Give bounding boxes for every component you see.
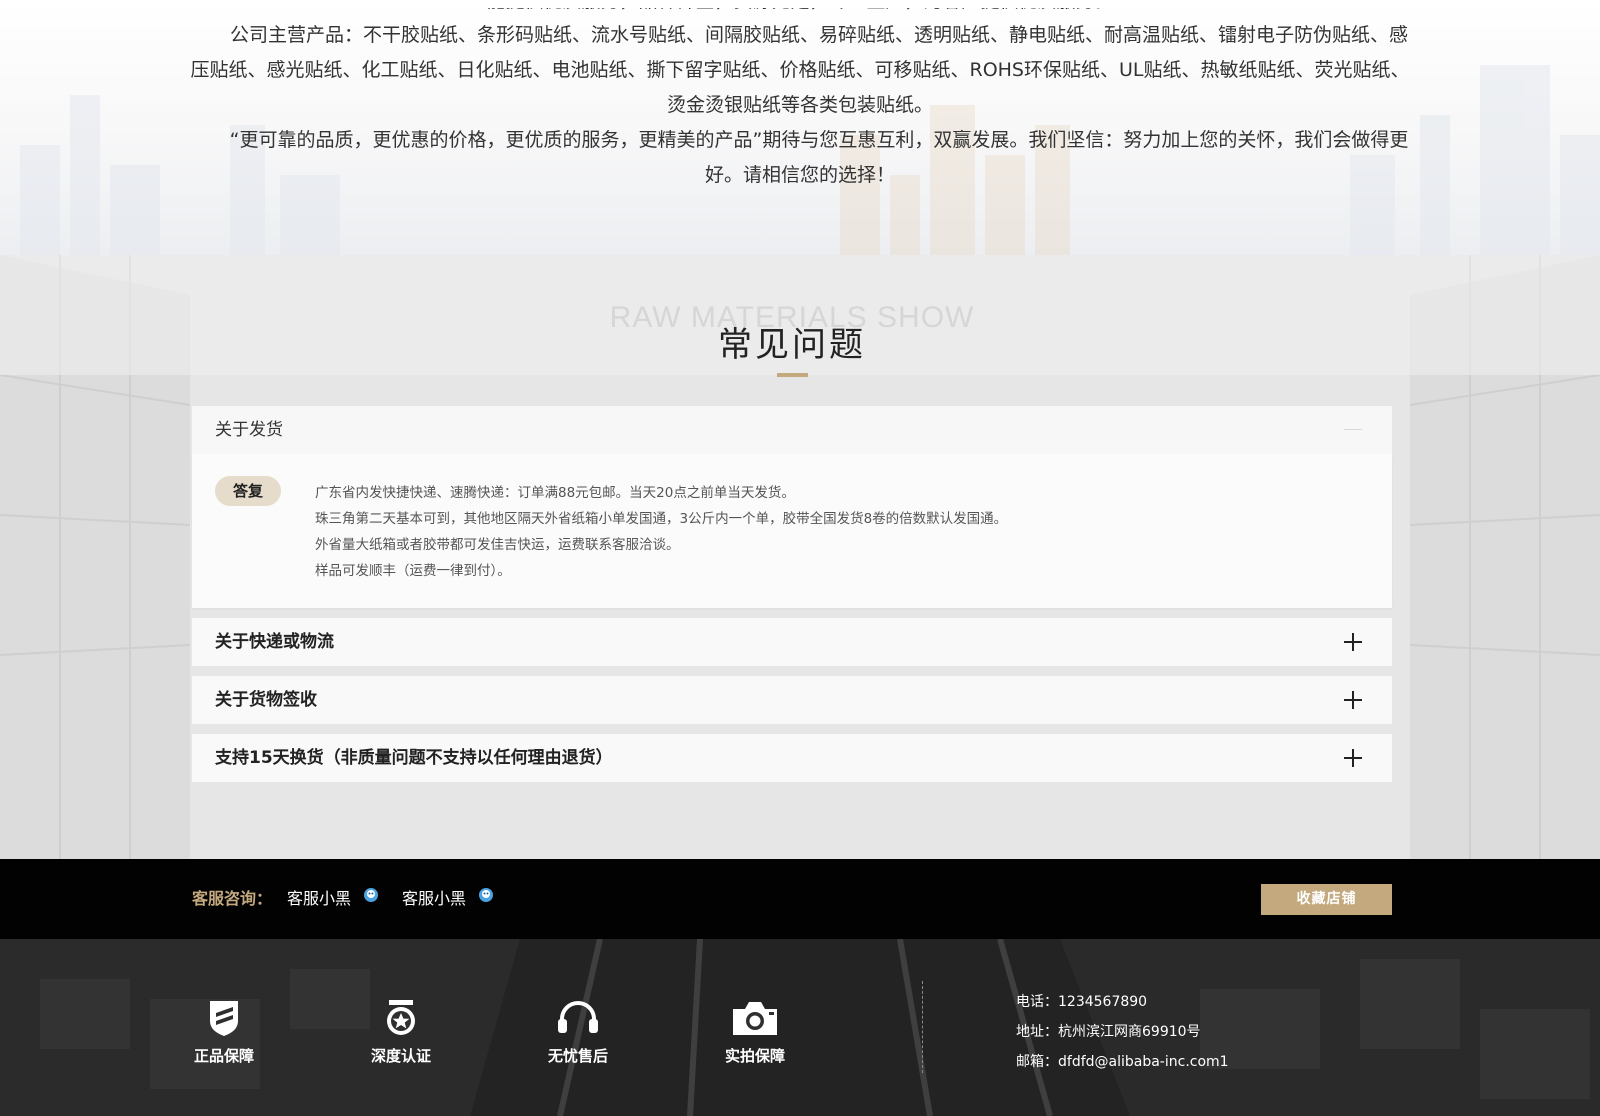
shield-icon [210,1001,238,1036]
faq-question-text: 支持15天换货（非质量问题不支持以任何理由退货） [215,748,613,768]
footer: 正品保障 深度认证 无忧售后 实拍保障 电话：1234567890 地址：杭州滨… [0,939,1600,1116]
faq-question-header[interactable]: 关于货物签收 [192,676,1392,724]
faq-title: 常见问题 [718,325,866,365]
company-intro-section: 能提供优质服务，品种齐全，货源充足，专业生产，为客户提供优质服务。 公司主营产品… [0,0,1600,255]
expand-plus-icon[interactable] [1344,749,1362,767]
badge-label: 深度认证 [370,1047,431,1065]
intro-partial-line: 能提供优质服务，品种齐全，货源充足，专业生产，为客户提供优质服务。 [190,8,1410,18]
faq-question-text: 关于快递或物流 [215,632,334,652]
chat-bubble-icon[interactable] [363,858,379,938]
address-text: 地址：杭州滨江网商69910号 [1016,1024,1201,1040]
guarantee-after-sales: 无忧售后 [538,939,618,1066]
faq-item: 关于发货 答复 广东省内发快捷快递、速腾快递：订单满88元包邮。当天20点之前单… [192,406,1392,608]
favorite-store-button[interactable]: 收藏店铺 [1261,884,1392,915]
headset-icon [558,1001,598,1033]
faq-question-text: 关于货物签收 [215,690,317,710]
customer-service-agent[interactable]: 客服小黑 [402,859,494,939]
agent-name: 客服小黑 [402,889,467,908]
guarantee-real-photos: 实拍保障 [715,939,795,1066]
intro-slogan-paragraph: “更可靠的品质，更优惠的价格，更优质的服务，更精美的产品”期待与您互惠互利，双赢… [229,129,1409,186]
faq-question-text: 关于发货 [215,420,283,440]
camera-icon [733,1002,777,1035]
email-text: 邮箱：dfdfd@alibaba-inc.com1 [1016,1054,1229,1070]
expand-plus-icon[interactable] [1344,691,1362,709]
intro-products-paragraph: 公司主营产品：不干胶贴纸、条形码贴纸、流水号贴纸、间隔胶贴纸、易碎贴纸、透明贴纸… [190,24,1410,116]
customer-service-label: 客服咨询： [192,889,273,908]
phone-text: 电话：1234567890 [1016,994,1148,1010]
customer-service-agent[interactable]: 客服小黑 [287,859,379,939]
faq-item: 关于货物签收 [192,676,1392,724]
faq-list: 关于发货 答复 广东省内发快捷快递、速腾快递：订单满88元包邮。当天20点之前单… [192,406,1392,792]
answer-line: 广东省内发快捷快递、速腾快递：订单满88元包邮。当天20点之前单当天发货。 [315,485,795,501]
faq-question-header[interactable]: 关于快递或物流 [192,618,1392,666]
answer-lines: 广东省内发快捷快递、速腾快递：订单满88元包邮。当天20点之前单当天发货。 珠三… [315,476,1392,584]
answer-line: 外省量大纸箱或者胶带都可发佳吉快运，运费联系客服洽谈。 [315,537,680,553]
guarantee-genuine: 正品保障 [184,939,264,1066]
title-underline [777,373,808,377]
medal-icon [387,1000,415,1035]
chat-bubble-icon[interactable] [478,858,494,938]
faq-section: RAW MATERIALS SHOW 常见问题 关于发货 答复 广东省内发快捷快… [0,255,1600,859]
faq-question-header[interactable]: 关于发货 [192,406,1392,454]
guarantee-certified: 深度认证 [361,939,441,1066]
faq-question-header[interactable]: 支持15天换货（非质量问题不支持以任何理由退货） [192,734,1392,782]
collapse-icon[interactable] [1344,421,1362,439]
badge-label: 无忧售后 [547,1047,608,1065]
answer-line: 样品可发顺丰（运费一律到付）。 [315,563,511,579]
intro-text-block: 能提供优质服务，品种齐全，货源充足，专业生产，为客户提供优质服务。 公司主营产品… [190,8,1410,193]
footer-contact-info: 电话：1234567890 地址：杭州滨江网商69910号 邮箱：dfdfd@a… [1016,987,1229,1077]
faq-container: RAW MATERIALS SHOW 常见问题 关于发货 答复 广东省内发快捷快… [192,255,1392,859]
answer-line: 珠三角第二天基本可到，其他地区隔天外省纸箱小单发国通，3公斤内一个单，胶带全国发… [315,511,1008,527]
badge-label: 实拍保障 [724,1047,785,1065]
agent-name: 客服小黑 [287,889,352,908]
badge-label: 正品保障 [193,1047,254,1065]
answer-badge: 答复 [215,476,281,506]
faq-answer-panel: 答复 广东省内发快捷快递、速腾快递：订单满88元包邮。当天20点之前单当天发货。… [192,454,1392,608]
expand-plus-icon[interactable] [1344,633,1362,651]
footer-divider [922,981,923,1073]
customer-service-bar: 客服咨询： 客服小黑 客服小黑 收藏店铺 [0,859,1600,939]
faq-item: 支持15天换货（非质量问题不支持以任何理由退货） [192,734,1392,782]
faq-item: 关于快递或物流 [192,618,1392,666]
